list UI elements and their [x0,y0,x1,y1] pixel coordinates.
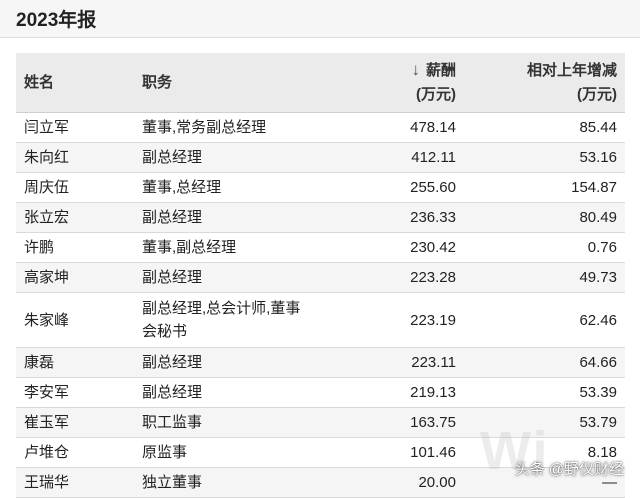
cell-salary: 163.75 [314,407,464,438]
table-row: 张立宏 副总经理 236.33 80.49 [16,202,625,233]
cell-role: 副总经理 [134,262,314,293]
cell-salary: 219.13 [314,377,464,408]
cell-name: 周庆伍 [16,172,134,203]
table-row: 康磊 副总经理 223.11 64.66 [16,347,625,378]
column-header-name-label: 姓名 [24,73,55,91]
cell-role: 董事,常务副总经理 [134,112,314,143]
cell-change: 80.49 [464,202,625,233]
cell-role: 董事,副总经理 [134,232,314,263]
cell-salary: 478.14 [314,112,464,143]
column-header-change-label: 相对上年增减 [526,61,617,79]
cell-salary: 223.19 [314,292,464,348]
column-header-salary-line1: ↓ 薪酬 [322,58,456,83]
cell-salary: 101.46 [314,437,464,468]
page-title: 2023年报 [16,10,97,31]
cell-name: 张立宏 [16,202,134,233]
cell-salary: 223.28 [314,262,464,293]
cell-name: 卢堆仓 [16,437,134,468]
cell-role: 副总经理 [134,377,314,408]
arrow-down-icon[interactable]: ↓ [411,58,420,82]
column-header-change-unit: (万元) [577,85,617,103]
cell-name: 许鹏 [16,232,134,263]
cell-name: 康磊 [16,347,134,378]
cell-role: 职工监事 [134,407,314,438]
cell-salary: 412.11 [314,142,464,173]
cell-name: 闫立军 [16,112,134,143]
column-header-salary-label: 薪酬 [425,62,456,79]
salary-table: 姓名 职务 ↓ 薪酬 (万元) 相对上年增减 (万元) 闫立军 董事,常务副总经理 [16,53,625,498]
cell-change: 53.79 [464,407,625,438]
source-watermark: 头条 @野仪财经 [514,461,624,478]
column-header-name[interactable]: 姓名 [16,53,134,113]
salary-table-container: 姓名 职务 ↓ 薪酬 (万元) 相对上年增减 (万元) 闫立军 董事,常务副总经理 [16,53,625,498]
cell-salary: 255.60 [314,172,464,203]
column-header-role[interactable]: 职务 [134,53,314,113]
cell-change: 64.66 [464,347,625,378]
table-row: 朱家峰 副总经理,总会计师,董事会秘书 223.19 62.46 [16,292,625,348]
cell-salary: 223.11 [314,347,464,378]
cell-role: 独立董事 [134,467,314,498]
cell-change: 53.39 [464,377,625,408]
cell-name: 朱家峰 [16,292,134,348]
page-header: 2023年报 [0,0,640,38]
column-header-change[interactable]: 相对上年增减 (万元) [464,53,625,113]
table-row: 许鹏 董事,副总经理 230.42 0.76 [16,232,625,263]
column-header-salary-unit: (万元) [416,86,456,103]
cell-name: 李安军 [16,377,134,408]
cell-name: 高家坤 [16,262,134,293]
cell-change: 53.16 [464,142,625,173]
cell-role: 董事,总经理 [134,172,314,203]
table-row: 朱向红 副总经理 412.11 53.16 [16,142,625,173]
table-row: 闫立军 董事,常务副总经理 478.14 85.44 [16,112,625,143]
cell-role: 副总经理 [134,347,314,378]
table-row: 周庆伍 董事,总经理 255.60 154.87 [16,172,625,203]
cell-role: 副总经理 [134,142,314,173]
cell-salary: 230.42 [314,232,464,263]
table-row: 崔玉军 职工监事 163.75 53.79 [16,407,625,438]
cell-name: 朱向红 [16,142,134,173]
cell-salary: 20.00 [314,467,464,498]
column-header-role-label: 职务 [142,73,173,91]
table-row: 李安军 副总经理 219.13 53.39 [16,377,625,408]
table-header-row: 姓名 职务 ↓ 薪酬 (万元) 相对上年增减 (万元) [16,53,625,113]
cell-name: 王瑞华 [16,467,134,498]
cell-salary: 236.33 [314,202,464,233]
cell-change: 0.76 [464,232,625,263]
column-header-salary[interactable]: ↓ 薪酬 (万元) [314,53,464,113]
cell-change: 62.46 [464,292,625,348]
cell-name: 崔玉军 [16,407,134,438]
cell-role: 副总经理 [134,202,314,233]
cell-change: 85.44 [464,112,625,143]
cell-role: 原监事 [134,437,314,468]
cell-change: 154.87 [464,172,625,203]
table-row: 高家坤 副总经理 223.28 49.73 [16,262,625,293]
cell-role: 副总经理,总会计师,董事会秘书 [134,292,314,348]
cell-change: 49.73 [464,262,625,293]
